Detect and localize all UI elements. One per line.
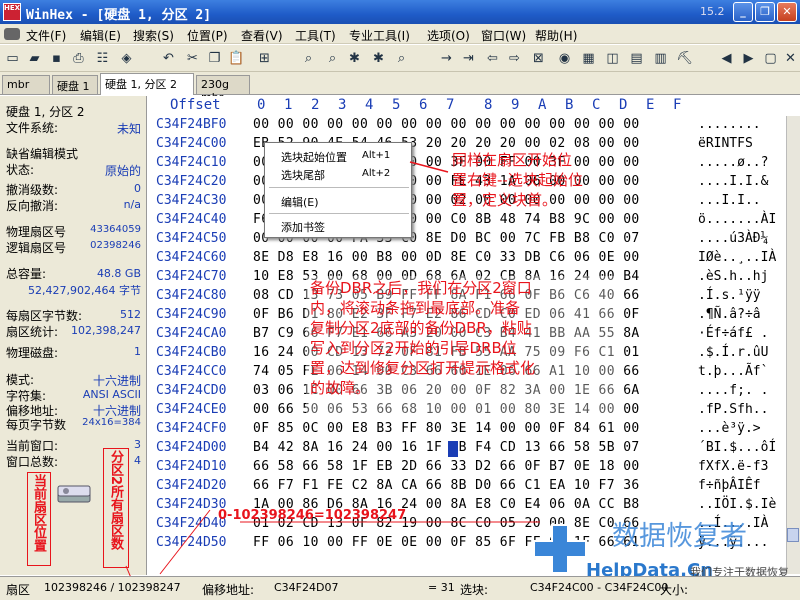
annotation-formula: 0-102398246=102398247 bbox=[218, 508, 407, 523]
annotation-top: 同样在扇区开始位 置右键--选块起始位 置，定义块首。 bbox=[452, 151, 583, 209]
annotation-partition-sectors: 分区2所有扇区数 bbox=[108, 450, 123, 551]
helpdata-logo-icon bbox=[533, 524, 587, 574]
status-sector-value: 102398246 / 102398247 bbox=[44, 581, 181, 594]
annotation-pointer bbox=[409, 161, 449, 173]
annotation-current-sector: 当前扇区位置 bbox=[31, 474, 46, 552]
status-offset-value: C34F24D07 bbox=[274, 581, 339, 594]
status-block-value: C34F24C00 - C34F24C00 bbox=[530, 581, 669, 594]
status-sector-label: 扇区 bbox=[6, 583, 31, 597]
status-offset-label: 偏移地址: bbox=[202, 583, 255, 597]
status-bar: 扇区 102398246 / 102398247 偏移地址: C34F24D07… bbox=[0, 576, 800, 600]
status-size-label: 大小: bbox=[660, 583, 689, 597]
status-block-label: 选块: bbox=[460, 583, 489, 597]
watermark-brand: 数据恢复者 bbox=[612, 521, 747, 552]
annotation-pointer bbox=[159, 509, 211, 575]
status-value: = 31 bbox=[428, 581, 455, 594]
annotation-middle: 备份DBR之后，我们在分区2窗口 内，将滚动条拖到最底部。准备 复制分区2底部的… bbox=[310, 279, 536, 397]
